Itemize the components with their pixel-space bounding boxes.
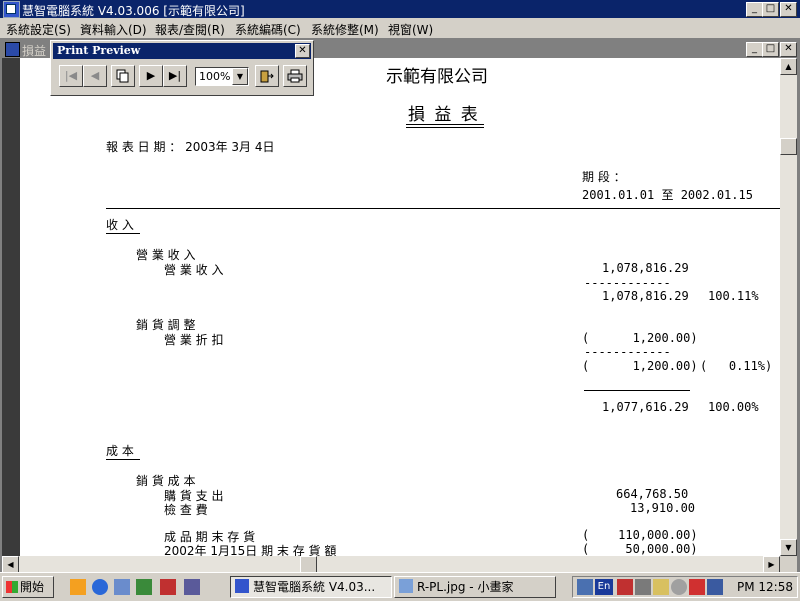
item-operating-income-amount: 1,078,816.29 bbox=[602, 261, 689, 275]
print-preview-title: Print Preview bbox=[57, 44, 141, 57]
item-discount-amount: ( 1,200.00) bbox=[582, 331, 698, 345]
network-icon[interactable] bbox=[577, 579, 593, 595]
minimize-button[interactable]: _ bbox=[746, 2, 763, 17]
section-income: 收 入 bbox=[106, 218, 134, 232]
menu-window[interactable]: 視窗(W) bbox=[388, 21, 433, 38]
dash-rule-2: ------------ bbox=[584, 345, 671, 359]
last-page-icon[interactable]: ▶| bbox=[163, 65, 187, 87]
show-desktop-icon[interactable] bbox=[136, 579, 152, 595]
quicklaunch-tool-icon[interactable] bbox=[184, 579, 200, 595]
chevron-down-icon[interactable]: ▼ bbox=[232, 68, 248, 85]
outlook-icon[interactable] bbox=[114, 579, 130, 595]
item-ending-stock-amount: ( 110,000.00) bbox=[582, 528, 698, 542]
app-icon[interactable] bbox=[3, 1, 20, 18]
report-title: 損 益 表 bbox=[408, 105, 480, 125]
multi-page-icon[interactable] bbox=[111, 65, 135, 87]
item-ending-stock-2: 2002年 1月15日 期 末 存 貨 額 bbox=[164, 544, 337, 556]
media-player-icon[interactable] bbox=[70, 579, 86, 595]
close-button[interactable]: ✕ bbox=[780, 2, 797, 17]
antivirus-icon[interactable] bbox=[617, 579, 633, 595]
section-income-underline bbox=[106, 233, 140, 234]
print-preview-close-button[interactable]: ✕ bbox=[295, 44, 310, 58]
menu-data-input[interactable]: 資料輸入(D) bbox=[80, 21, 147, 38]
total-rule bbox=[584, 390, 690, 391]
period-range: 2001.01.01 至 2002.01.15 bbox=[582, 188, 753, 202]
subtotal-operating-income-pct: 100.11% bbox=[708, 289, 759, 303]
subtotal-discount-pct: ( 0.11%) bbox=[700, 359, 773, 373]
tray-clock-icon[interactable] bbox=[671, 579, 687, 595]
period-label: 期 段 ： bbox=[582, 170, 626, 184]
subtotal-operating-income: 1,078,816.29 bbox=[602, 289, 689, 303]
total-income: 1,077,616.29 bbox=[602, 400, 689, 414]
menu-system-settings[interactable]: 系統設定(S) bbox=[6, 21, 71, 38]
menu-bar: 系統設定(S) 資料輸入(D) 報表/查閱(R) 系統編碼(C) 系統修整(M)… bbox=[0, 18, 800, 38]
zoom-select[interactable]: 100% ▼ bbox=[195, 67, 249, 86]
child-maximize-button[interactable]: □ bbox=[762, 42, 779, 57]
tray-misc-icon[interactable] bbox=[707, 579, 723, 595]
company-name: 示範有限公司 bbox=[386, 67, 488, 87]
horizontal-scroll-thumb[interactable] bbox=[300, 556, 317, 573]
first-page-icon[interactable]: |◀ bbox=[59, 65, 83, 87]
section-cost: 成 本 bbox=[106, 444, 134, 458]
report-date: 報 表 日 期 ： 2003年 3月 4日 bbox=[106, 140, 275, 154]
page-left-margin bbox=[2, 58, 20, 556]
item-inspection-amount: 13,910.00 bbox=[630, 501, 696, 515]
vertical-scroll-thumb[interactable] bbox=[780, 138, 797, 155]
scrollbar-corner bbox=[780, 556, 797, 572]
start-label: 開始 bbox=[20, 580, 45, 594]
header-rule bbox=[106, 208, 780, 209]
task-label-paint: R-PL.jpg - 小畫家 bbox=[417, 580, 514, 594]
total-income-pct: 100.00% bbox=[708, 400, 759, 414]
previous-page-icon[interactable]: ◀ bbox=[83, 65, 107, 87]
menu-system-maintenance[interactable]: 系統修整(M) bbox=[311, 21, 379, 38]
subtotal-discount: ( 1,200.00) bbox=[582, 359, 698, 373]
window-title-bar[interactable]: 慧智電腦系統 V4.03.006 [示範有限公司] _ □ ✕ bbox=[0, 0, 800, 18]
taskbar: 開始 慧智電腦系統 V4.03... R-PL.jpg - 小畫家 En PM … bbox=[0, 572, 800, 601]
section-cost-underline bbox=[106, 459, 140, 460]
task-label-app: 慧智電腦系統 V4.03... bbox=[253, 580, 376, 594]
windows-logo-icon bbox=[6, 581, 18, 593]
scroll-up-button[interactable]: ▲ bbox=[780, 58, 797, 75]
paint-task-icon bbox=[399, 579, 413, 593]
tray-alert-icon[interactable] bbox=[689, 579, 705, 595]
child-close-button[interactable]: ✕ bbox=[780, 42, 797, 57]
child-window-icon[interactable] bbox=[5, 42, 20, 57]
window-title: 慧智電腦系統 V4.03.006 [示範有限公司] bbox=[22, 4, 245, 18]
horizontal-scrollbar[interactable]: ◀ ▶ bbox=[2, 556, 780, 573]
print-preview-toolbar: Print Preview ✕ |◀ ◀ ▶ ▶| 100% ▼ bbox=[50, 40, 314, 96]
menu-system-codes[interactable]: 系統編碼(C) bbox=[235, 21, 301, 38]
maximize-button[interactable]: □ bbox=[762, 2, 779, 17]
item-operating-income: 營 業 收 入 bbox=[164, 263, 224, 277]
child-window-title: 損益 bbox=[22, 44, 47, 58]
vertical-scrollbar[interactable]: ▲ ▼ bbox=[780, 58, 797, 556]
child-minimize-button[interactable]: _ bbox=[746, 42, 763, 57]
dash-rule-1: ------------ bbox=[584, 276, 671, 290]
item-purchase-amount: 664,768.50 bbox=[616, 487, 689, 501]
exit-preview-icon[interactable] bbox=[255, 65, 279, 87]
item-inspection: 檢 查 費 bbox=[164, 503, 208, 517]
volume-icon[interactable] bbox=[653, 579, 669, 595]
item-ending-stock-2-amount: ( 50,000.00) bbox=[582, 542, 698, 556]
zoom-value: 100% bbox=[199, 70, 231, 83]
item-discount: 營 業 折 扣 bbox=[164, 333, 224, 347]
task-button-paint[interactable]: R-PL.jpg - 小畫家 bbox=[394, 576, 556, 598]
printer-icon[interactable] bbox=[283, 65, 307, 87]
task-button-app[interactable]: 慧智電腦系統 V4.03... bbox=[230, 576, 392, 598]
tray-app-icon[interactable] bbox=[635, 579, 651, 595]
menu-reports[interactable]: 報表/查閱(R) bbox=[155, 21, 225, 38]
clock[interactable]: PM 12:58 bbox=[737, 580, 793, 594]
start-button[interactable]: 開始 bbox=[2, 576, 54, 598]
app-task-icon bbox=[235, 579, 249, 593]
print-preview-title-bar[interactable]: Print Preview ✕ bbox=[53, 43, 311, 59]
system-tray: En PM 12:58 bbox=[572, 576, 798, 598]
scroll-down-button[interactable]: ▼ bbox=[780, 539, 797, 556]
internet-explorer-icon[interactable] bbox=[92, 579, 108, 595]
language-indicator[interactable]: En bbox=[595, 579, 613, 595]
scroll-right-button[interactable]: ▶ bbox=[763, 556, 780, 573]
quicklaunch-app-icon[interactable] bbox=[160, 579, 176, 595]
next-page-icon[interactable]: ▶ bbox=[139, 65, 163, 87]
title-underline bbox=[406, 124, 484, 128]
report-page: 示範有限公司 損 益 表 報 表 日 期 ： 2003年 3月 4日 期 段 ：… bbox=[2, 58, 780, 556]
scroll-left-button[interactable]: ◀ bbox=[2, 556, 19, 573]
